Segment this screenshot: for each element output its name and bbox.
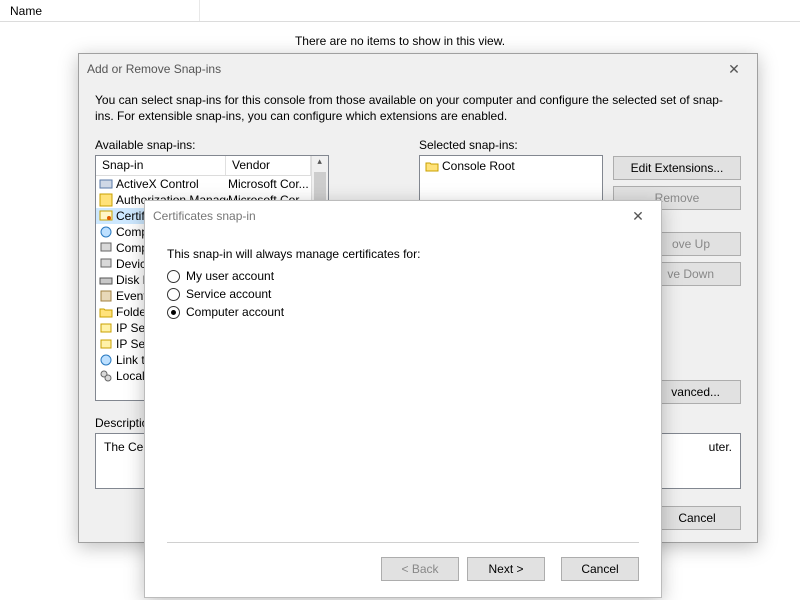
list-item: Console Root [422, 158, 600, 174]
col-snapin[interactable]: Snap-in [96, 156, 226, 175]
snapin-icon [98, 337, 114, 351]
folder-icon [98, 305, 114, 319]
radio-icon [167, 288, 180, 301]
dialog-titlebar: Certificates snap-in ✕ [145, 201, 661, 231]
radio-label: Computer account [186, 305, 284, 319]
edit-extensions-button[interactable]: Edit Extensions... [613, 156, 741, 180]
close-icon[interactable]: ✕ [623, 208, 653, 225]
radio-computer-account[interactable]: Computer account [167, 305, 639, 319]
snapin-icon [98, 257, 114, 271]
list-header: Snap-in Vendor [96, 156, 311, 176]
snapin-icon [98, 321, 114, 335]
radio-my-user-account[interactable]: My user account [167, 269, 639, 283]
radio-icon [167, 306, 180, 319]
radio-service-account[interactable]: Service account [167, 287, 639, 301]
certificate-icon [98, 209, 114, 223]
col-vendor[interactable]: Vendor [226, 156, 311, 175]
snapin-icon [98, 241, 114, 255]
snapin-icon [98, 177, 114, 191]
certificates-snapin-dialog: Certificates snap-in ✕ This snap-in will… [144, 200, 662, 598]
radio-label: Service account [186, 287, 271, 301]
back-button[interactable]: < Back [381, 557, 459, 581]
folder-icon [424, 159, 440, 173]
selected-snapins-label: Selected snap-ins: [419, 138, 603, 152]
snapin-icon [98, 193, 114, 207]
snapin-icon [98, 369, 114, 383]
list-item: ActiveX ControlMicrosoft Cor... [96, 176, 311, 192]
snapin-icon [98, 225, 114, 239]
snapin-icon [98, 273, 114, 287]
wizard-prompt: This snap-in will always manage certific… [167, 247, 639, 261]
cancel-button[interactable]: Cancel [561, 557, 639, 581]
available-snapins-label: Available snap-ins: [95, 138, 329, 152]
dialog-intro-text: You can select snap-ins for this console… [95, 92, 741, 124]
dialog-title: Add or Remove Snap-ins [87, 62, 719, 76]
dialog-titlebar: Add or Remove Snap-ins ✕ [79, 54, 757, 84]
close-icon[interactable]: ✕ [719, 61, 749, 78]
cancel-button[interactable]: Cancel [653, 506, 741, 530]
next-button[interactable]: Next > [467, 557, 545, 581]
radio-icon [167, 270, 180, 283]
column-name[interactable]: Name [0, 0, 200, 21]
snapin-icon [98, 289, 114, 303]
mmc-column-header: Name [0, 0, 800, 22]
radio-label: My user account [186, 269, 274, 283]
snapin-icon [98, 353, 114, 367]
separator [167, 542, 639, 543]
dialog-title: Certificates snap-in [153, 209, 623, 223]
